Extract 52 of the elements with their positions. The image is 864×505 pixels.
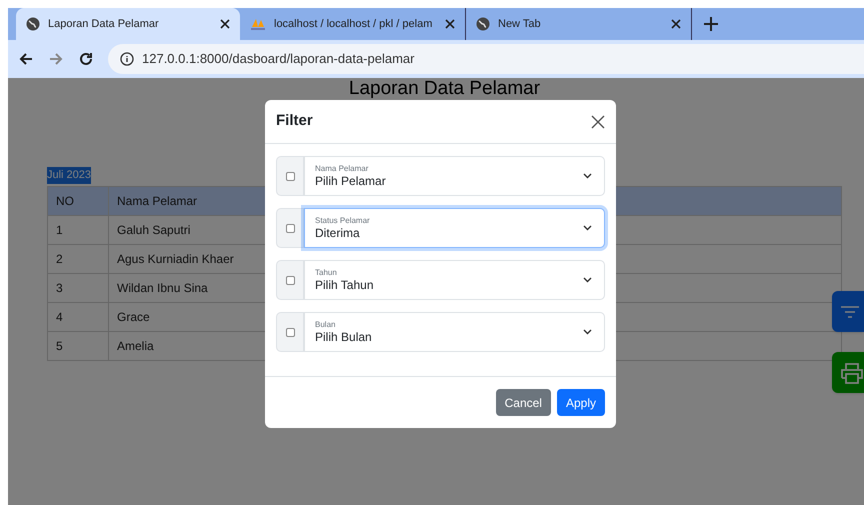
reload-icon[interactable] xyxy=(78,51,94,67)
url-text: 127.0.0.1:8000/dasboard/laporan-data-pelamar xyxy=(142,50,414,68)
table-cell: 3 xyxy=(48,274,108,302)
table-cell: 4 xyxy=(48,302,108,332)
field-label: Status Pelamar xyxy=(315,216,371,226)
chevron-down-icon xyxy=(583,329,592,335)
apply-button[interactable]: Apply xyxy=(556,389,605,416)
select-field[interactable]: Status Pelamar Diterima xyxy=(304,208,605,248)
checkbox[interactable] xyxy=(286,276,294,284)
page-title: Laporan Data Pelamar xyxy=(348,78,540,100)
filter-icon xyxy=(840,304,860,318)
globe-icon xyxy=(476,17,490,31)
checkbox[interactable] xyxy=(286,172,294,180)
field-value: Pilih Bulan xyxy=(315,330,373,344)
close-icon[interactable] xyxy=(671,19,681,29)
field-value: Diterima xyxy=(315,226,361,240)
checkbox[interactable] xyxy=(286,328,294,336)
select-field[interactable]: Tahun Pilih Tahun xyxy=(304,260,605,300)
close-icon[interactable] xyxy=(220,19,230,29)
back-icon[interactable] xyxy=(18,51,34,67)
column-header: NO xyxy=(48,186,108,216)
checkbox[interactable] xyxy=(286,224,294,232)
info-icon[interactable] xyxy=(120,52,134,66)
globe-icon xyxy=(26,17,40,31)
field-label: Tahun xyxy=(315,268,338,278)
period-label: Juli 2023 xyxy=(47,167,92,184)
close-icon[interactable] xyxy=(445,19,455,29)
address-bar[interactable]: 127.0.0.1:8000/dasboard/laporan-data-pelamar xyxy=(108,44,864,74)
field-label: Nama Pelamar xyxy=(315,164,370,174)
dialog-title: Filter xyxy=(276,111,313,132)
table-cell: 1 xyxy=(48,216,108,244)
forward-icon[interactable] xyxy=(48,51,64,67)
select-field[interactable]: Bulan Pilih Bulan xyxy=(304,312,605,352)
field-label: Bulan xyxy=(315,320,336,330)
browser-tab[interactable]: Laporan Data Pelamar xyxy=(16,8,240,40)
printer-icon xyxy=(840,362,864,384)
table-cell: 5 xyxy=(48,332,108,360)
close-icon[interactable] xyxy=(591,114,605,128)
sail-icon xyxy=(250,17,266,31)
field-value: Pilih Tahun xyxy=(315,278,374,292)
table-cell: 2 xyxy=(48,244,108,274)
field-value: Pilih Pelamar xyxy=(315,174,387,188)
chevron-down-icon xyxy=(583,277,592,283)
tab-title: Laporan Data Pelamar xyxy=(48,16,160,32)
tab-title: New Tab xyxy=(498,16,542,32)
select-field[interactable]: Nama Pelamar Pilih Pelamar xyxy=(304,156,605,196)
new-tab-button[interactable] xyxy=(704,17,718,31)
filter-button[interactable] xyxy=(832,291,864,332)
chevron-down-icon xyxy=(583,173,592,179)
tab-title: localhost / localhost / pkl / pelam xyxy=(274,16,434,32)
cancel-button[interactable]: Cancel xyxy=(496,389,551,416)
chevron-down-icon xyxy=(583,225,592,231)
